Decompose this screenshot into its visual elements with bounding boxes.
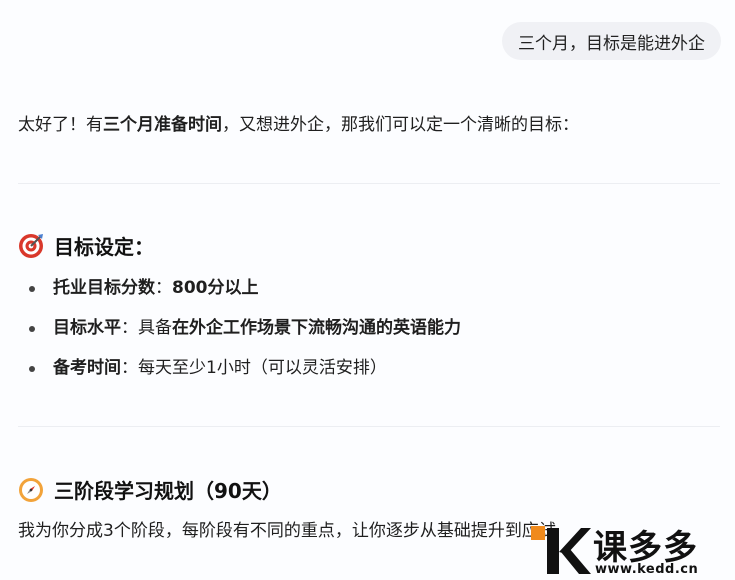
intro-bold-text: 三个月准备时间: [103, 115, 222, 135]
item-bold: 800分以上: [172, 278, 259, 298]
item-label: 托业目标分数: [53, 278, 155, 298]
watermark-logo: 课多多 www.kedd.cn: [531, 518, 731, 578]
divider-1: [18, 183, 720, 184]
intro-text-1: 太好了！有: [18, 115, 103, 135]
item-sep: ：: [155, 278, 172, 298]
item-bold: 在外企工作场景下流畅沟通的英语能力: [172, 318, 461, 338]
plan-description: 我为你分成3个阶段，每阶段有不同的重点，让你逐步从基础提升到应试: [18, 521, 556, 541]
user-message-bubble: 三个月，目标是能进外企: [502, 22, 721, 60]
k-logo-icon: [531, 526, 591, 574]
goals-heading-text: 目标设定：: [54, 235, 154, 259]
list-item: 目标水平：具备在外企工作场景下流畅沟通的英语能力: [18, 315, 461, 355]
target-icon: [19, 233, 43, 258]
item-label: 备考时间: [53, 358, 121, 378]
plan-heading: 三阶段学习规划（90天）: [18, 475, 282, 504]
plan-heading-text: 三阶段学习规划（90天）: [54, 479, 282, 503]
compass-icon: [19, 477, 43, 502]
user-message-text: 三个月，目标是能进外企: [518, 33, 705, 54]
intro-text-2: ，又想进外企，那我们可以定一个清晰的目标：: [222, 115, 579, 135]
divider-2: [18, 426, 720, 427]
item-label: 目标水平: [53, 318, 121, 338]
assistant-intro: 太好了！有三个月准备时间，又想进外企，那我们可以定一个清晰的目标：: [18, 112, 579, 138]
item-sep: ：: [121, 358, 138, 378]
item-rest: 每天至少1小时（可以灵活安排）: [138, 358, 387, 378]
goals-list: 托业目标分数：800分以上 目标水平：具备在外企工作场景下流畅沟通的英语能力 备…: [18, 275, 461, 395]
list-item: 备考时间：每天至少1小时（可以灵活安排）: [18, 355, 461, 395]
item-sep: ：具备: [121, 318, 172, 338]
list-item: 托业目标分数：800分以上: [18, 275, 461, 315]
goals-heading: 目标设定：: [18, 231, 154, 260]
watermark-url: www.kedd.cn: [595, 562, 699, 577]
